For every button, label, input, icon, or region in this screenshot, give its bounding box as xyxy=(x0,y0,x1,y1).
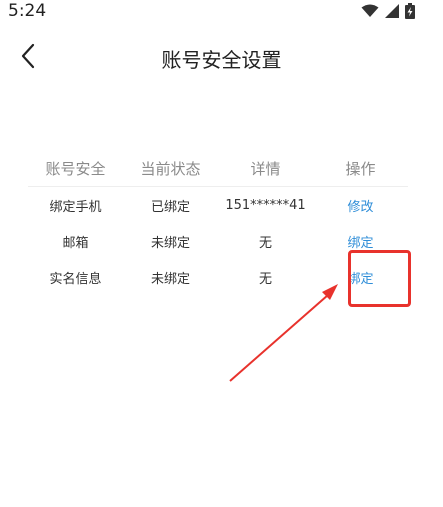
annotation-arrow-icon xyxy=(229,284,338,382)
